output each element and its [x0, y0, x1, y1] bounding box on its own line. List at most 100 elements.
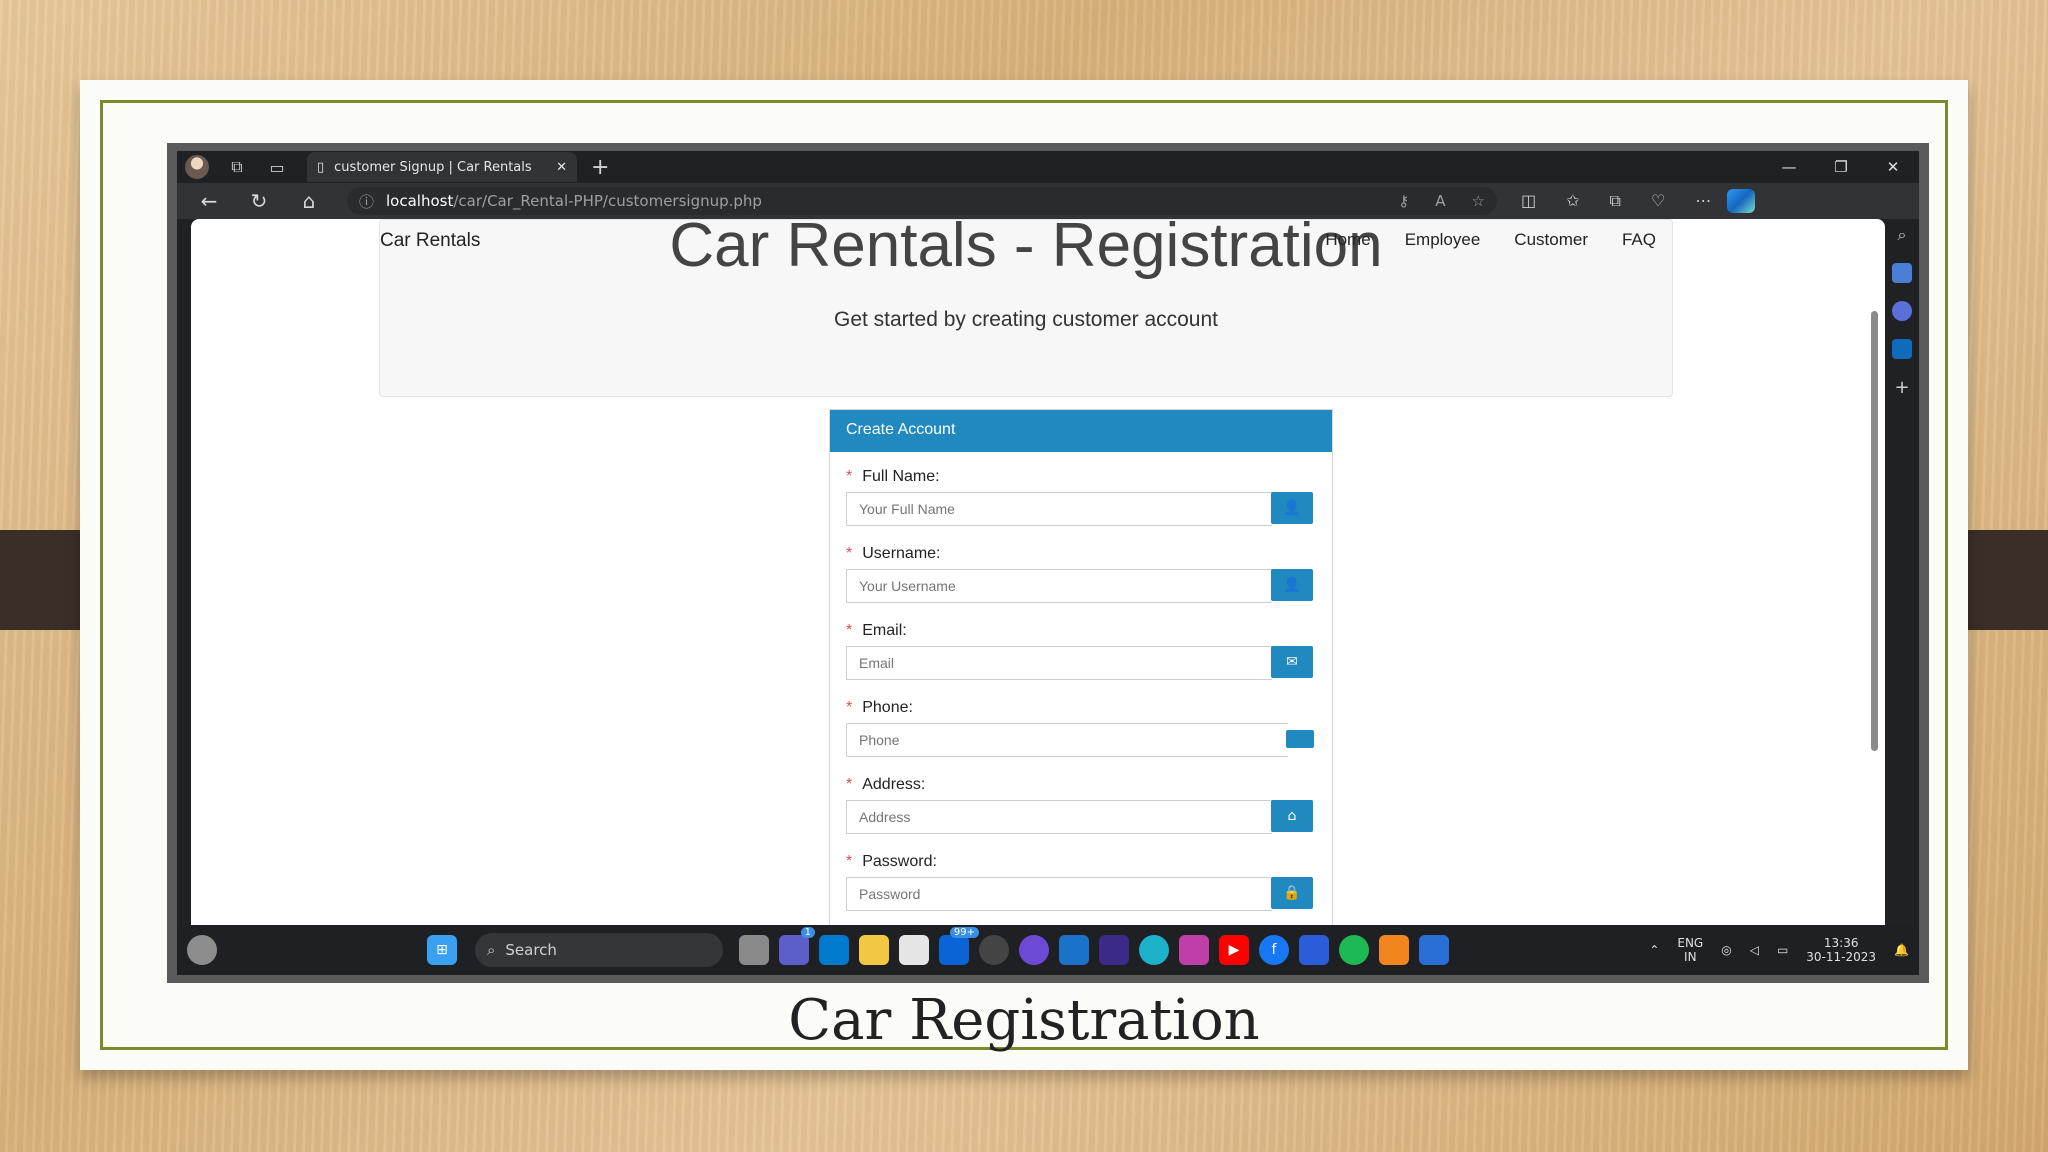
close-window-icon[interactable]: ✕: [1867, 158, 1919, 176]
address-input[interactable]: [846, 800, 1272, 834]
dell-icon[interactable]: [979, 935, 1009, 965]
edge-icon[interactable]: [1139, 935, 1169, 965]
panel-title: Create Account: [830, 410, 1332, 452]
url-field[interactable]: ⓘ localhost/car/Car_Rental-PHP/customers…: [347, 187, 1497, 215]
search-icon[interactable]: ⌕: [1898, 225, 1907, 245]
refresh-icon[interactable]: ↻: [237, 189, 281, 213]
new-tab-icon[interactable]: +: [591, 155, 609, 180]
nav-faq[interactable]: FAQ: [1622, 230, 1656, 250]
key-icon[interactable]: ⚷: [1398, 192, 1409, 210]
user-icon: 👤: [1271, 492, 1313, 524]
network-icon[interactable]: ◎: [1721, 943, 1731, 957]
user-icon: 👤: [1271, 569, 1313, 601]
prime-video-icon[interactable]: [1059, 935, 1089, 965]
required-marker: *: [846, 853, 853, 870]
email-input[interactable]: [846, 646, 1272, 680]
back-icon[interactable]: ←: [187, 189, 231, 213]
tab-title: customer Signup | Car Rentals: [334, 159, 532, 175]
nav-home[interactable]: Home: [1325, 230, 1370, 250]
phone-input[interactable]: [846, 723, 1288, 757]
address-bar-row: ← ↻ ⌂ ⓘ localhost/car/Car_Rental-PHP/cus…: [177, 183, 1919, 219]
add-icon[interactable]: +: [1894, 377, 1909, 398]
minimize-icon[interactable]: —: [1763, 158, 1815, 176]
page-scrollbar[interactable]: [1869, 229, 1879, 919]
screenshot-container: ⧉ ▭ ▯ customer Signup | Car Rentals ✕ + …: [167, 143, 1929, 983]
chevron-up-icon[interactable]: ⌃: [1649, 943, 1659, 957]
health-icon[interactable]: ♡: [1651, 191, 1665, 211]
username-label: * Username:: [846, 545, 941, 562]
notification-bell-icon[interactable]: 🔔: [1894, 943, 1909, 957]
facebook-icon[interactable]: f: [1259, 935, 1289, 965]
page-title: Car Rentals - Registration: [669, 219, 1383, 280]
app-icon[interactable]: [1419, 935, 1449, 965]
xampp-icon[interactable]: [1379, 935, 1409, 965]
nav-employee[interactable]: Employee: [1405, 230, 1481, 250]
slide-caption: Car Registration: [788, 988, 1260, 1053]
spotify-icon[interactable]: [1339, 935, 1369, 965]
app-icon[interactable]: [1179, 935, 1209, 965]
search-icon: ⌕: [487, 941, 496, 959]
address-label: * Address:: [846, 776, 926, 793]
home-icon[interactable]: ⌂: [287, 189, 331, 213]
restore-icon[interactable]: ❐: [1815, 158, 1867, 176]
weather-icon[interactable]: [187, 935, 217, 965]
youtube-icon[interactable]: ▶: [1219, 935, 1249, 965]
favorites-icon[interactable]: ✩: [1566, 191, 1579, 211]
language-indicator[interactable]: ENG IN: [1677, 936, 1703, 964]
profile-avatar[interactable]: [177, 151, 217, 183]
home-icon: ⌂: [1271, 800, 1313, 832]
app-icon[interactable]: [1019, 935, 1049, 965]
create-account-panel: Create Account *Full Name: 👤 *Username: …: [829, 409, 1333, 925]
read-aloud-icon[interactable]: A: [1435, 192, 1445, 210]
tab-actions-icon[interactable]: ▭: [257, 151, 297, 183]
vscode-icon[interactable]: [819, 935, 849, 965]
split-screen-icon[interactable]: ◫: [1521, 191, 1536, 211]
outlook-icon[interactable]: [1892, 339, 1912, 359]
teams-icon[interactable]: 1: [779, 927, 815, 965]
phone-group: * Phone:: [830, 683, 1332, 760]
close-tab-icon[interactable]: ✕: [556, 160, 567, 175]
collections-icon[interactable]: ⧉: [1610, 191, 1621, 211]
page-icon: ▯: [317, 159, 325, 175]
copilot-sidebar-icon[interactable]: [1892, 301, 1912, 321]
clock[interactable]: 13:36 30-11-2023: [1806, 936, 1876, 964]
full-name-label: * Full Name:: [846, 468, 940, 485]
address-group: *Address: ⌂: [830, 760, 1332, 837]
edge-sidebar: ⌕ +: [1885, 219, 1919, 925]
more-icon[interactable]: ⋯: [1695, 191, 1711, 211]
taskbar-search[interactable]: ⌕ Search: [475, 933, 723, 967]
navbar-brand[interactable]: Car Rentals: [380, 230, 480, 252]
username-input[interactable]: [846, 569, 1272, 603]
store-icon[interactable]: [899, 935, 929, 965]
browser-tab[interactable]: ▯ customer Signup | Car Rentals ✕: [307, 152, 577, 182]
required-marker: *: [846, 622, 853, 639]
amazon-music-icon[interactable]: [1099, 935, 1129, 965]
app-icon[interactable]: [1299, 935, 1329, 965]
favorite-star-icon[interactable]: ☆: [1472, 192, 1485, 210]
scroll-thumb[interactable]: [1871, 311, 1878, 751]
url-path: /car/Car_Rental-PHP/customersignup.php: [453, 192, 762, 210]
task-view-icon[interactable]: [739, 935, 769, 965]
system-tray: ⌃ ENG IN ◎ ◁ ▭ 13:36 30-11-2023 🔔: [1649, 936, 1909, 964]
tools-icon[interactable]: [1892, 263, 1912, 283]
phone-icon: [1286, 730, 1314, 748]
page-viewport: Car Rentals - Registration Car Rentals H…: [191, 219, 1885, 925]
password-group: * Password: 🔒: [830, 837, 1332, 914]
email-group: *Email: ✉: [830, 606, 1332, 683]
full-name-input[interactable]: [846, 492, 1272, 526]
copilot-icon[interactable]: [1727, 189, 1756, 213]
mail-icon[interactable]: 99+: [939, 927, 979, 965]
info-icon[interactable]: ⓘ: [359, 191, 374, 212]
slide-inner-border: ⧉ ▭ ▯ customer Signup | Car Rentals ✕ + …: [100, 100, 1948, 1053]
nav-customer[interactable]: Customer: [1514, 230, 1588, 250]
workspaces-icon[interactable]: ⧉: [217, 151, 257, 183]
navbar-links: Home Employee Customer FAQ: [1325, 230, 1656, 250]
volume-icon[interactable]: ◁: [1750, 943, 1759, 957]
password-input[interactable]: [846, 877, 1272, 911]
toolbar-icons: ◫ ✩ ⧉ ♡ ⋯: [1521, 191, 1711, 211]
required-marker: *: [846, 699, 853, 716]
start-icon[interactable]: ⊞: [427, 935, 457, 965]
battery-icon[interactable]: ▭: [1777, 943, 1788, 957]
page-subtitle: Get started by creating customer account: [833, 308, 1219, 331]
file-explorer-icon[interactable]: [859, 935, 889, 965]
